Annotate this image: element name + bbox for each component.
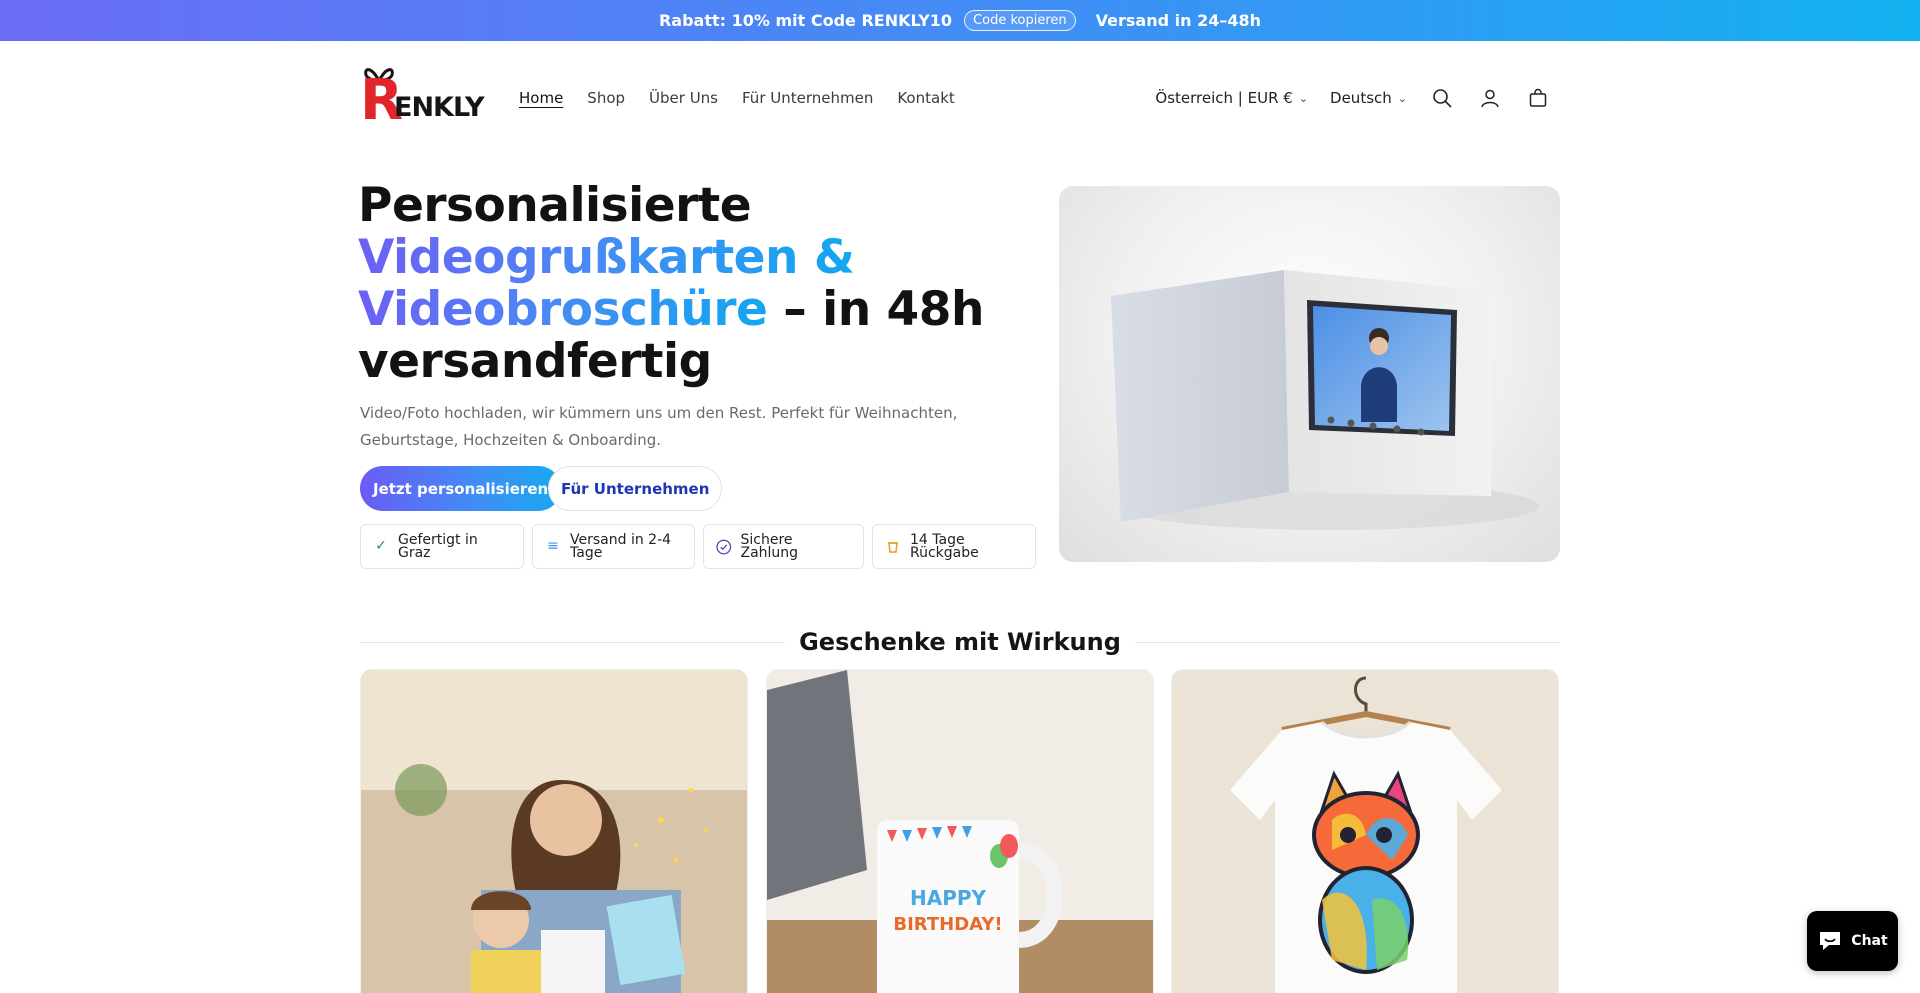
hero-subtitle: Video/Foto hochladen, wir kümmern uns um… <box>360 404 958 449</box>
badge-text: Rückgabe <box>910 544 979 561</box>
chat-button[interactable]: Chat <box>1807 911 1898 971</box>
badge-text: Sichere Zahlung <box>740 531 799 561</box>
hero-title-highlight1: Videogrußkarten & <box>358 230 855 285</box>
site-header: R ENKLY Home Shop Über Uns Für Unternehm… <box>0 41 1920 159</box>
mother-daughter-card-image <box>361 670 747 993</box>
nav-home[interactable]: Home <box>519 89 563 107</box>
hero-title-highlight2: Videobroschüre <box>358 282 768 337</box>
hero-title: Personalisierte Videogrußkarten & Videob… <box>358 180 1038 388</box>
cat-tshirt-card[interactable] <box>1171 669 1559 993</box>
logo-text: ENKLY <box>394 92 485 123</box>
country-selector-label: Österreich | EUR € <box>1155 89 1293 107</box>
shield-check-icon <box>716 539 732 554</box>
return-box-icon <box>888 541 898 553</box>
section-title: Geschenke mit Wirkung <box>799 628 1121 656</box>
hero-title-line1: Personalisierte <box>358 178 752 233</box>
announcement-bar: Rabatt: 10% mit Code RENKLY10 Code kopie… <box>0 0 1920 41</box>
section-heading: Geschenke mit Wirkung <box>360 624 1561 660</box>
mother-daughter-card[interactable] <box>360 669 748 993</box>
video-brochure-image <box>1059 186 1560 562</box>
personalize-button[interactable]: Jetzt personalisieren <box>360 466 562 511</box>
chat-label: Chat <box>1851 933 1888 949</box>
main-nav: Home Shop Über Uns Für Unternehmen Konta… <box>519 89 955 107</box>
shipping-text: Versand in 24–48h <box>1095 11 1262 30</box>
language-selector-label: Deutsch <box>1330 89 1392 107</box>
logo[interactable]: R ENKLY <box>360 67 485 131</box>
trust-badges: ✓ Gefertigt in Graz ≡ Versand in 2-4 Tage … <box>360 524 1036 569</box>
badge-text: Graz <box>398 544 431 561</box>
birthday-mug-image: HAPPY BIRTHDAY! <box>767 670 1153 993</box>
hero-title-line4: versandfertig <box>358 334 712 389</box>
language-selector[interactable]: Deutsch ⌄ <box>1326 89 1411 107</box>
check-icon: ✓ <box>375 538 387 554</box>
menu-lines-icon: ≡ <box>547 538 559 554</box>
header-actions: Österreich | EUR € ⌄ Deutsch ⌄ <box>1151 81 1555 115</box>
country-selector[interactable]: Österreich | EUR € ⌄ <box>1151 89 1312 107</box>
chat-bubble-icon <box>1820 932 1841 950</box>
account-icon[interactable] <box>1473 81 1507 115</box>
hero-title-rest: – in 48h <box>767 282 984 337</box>
business-button[interactable]: Für Unternehmen <box>548 466 723 511</box>
badge-shipping: ≡ Versand in 2-4 Tage <box>532 524 695 569</box>
divider <box>1134 641 1561 643</box>
nav-about[interactable]: Über Uns <box>649 89 718 107</box>
cat-tshirt-image <box>1172 670 1558 993</box>
mug-text-happy: HAPPY <box>910 886 987 910</box>
badge-text: Tage <box>570 544 603 561</box>
cart-icon[interactable] <box>1521 81 1555 115</box>
birthday-mug-card[interactable]: HAPPY BIRTHDAY! <box>766 669 1154 993</box>
badge-made-in-graz: ✓ Gefertigt in Graz <box>360 524 524 569</box>
divider <box>360 641 786 643</box>
nav-contact[interactable]: Kontakt <box>897 89 954 107</box>
badge-returns: 14 Tage Rückgabe <box>872 524 1036 569</box>
discount-text: Rabatt: 10% mit Code RENKLY10 <box>658 11 953 30</box>
badge-secure-payment: Sichere Zahlung <box>703 524 864 569</box>
chevron-down-icon: ⌄ <box>1397 91 1407 105</box>
nav-shop[interactable]: Shop <box>587 89 625 107</box>
nav-business[interactable]: Für Unternehmen <box>742 89 873 107</box>
copy-code-button[interactable]: Code kopieren <box>964 10 1076 31</box>
chevron-down-icon: ⌄ <box>1298 91 1309 105</box>
mug-text-birthday: BIRTHDAY! <box>893 914 1002 935</box>
video-brochure-illustration <box>1111 270 1539 530</box>
search-icon[interactable] <box>1425 81 1459 115</box>
